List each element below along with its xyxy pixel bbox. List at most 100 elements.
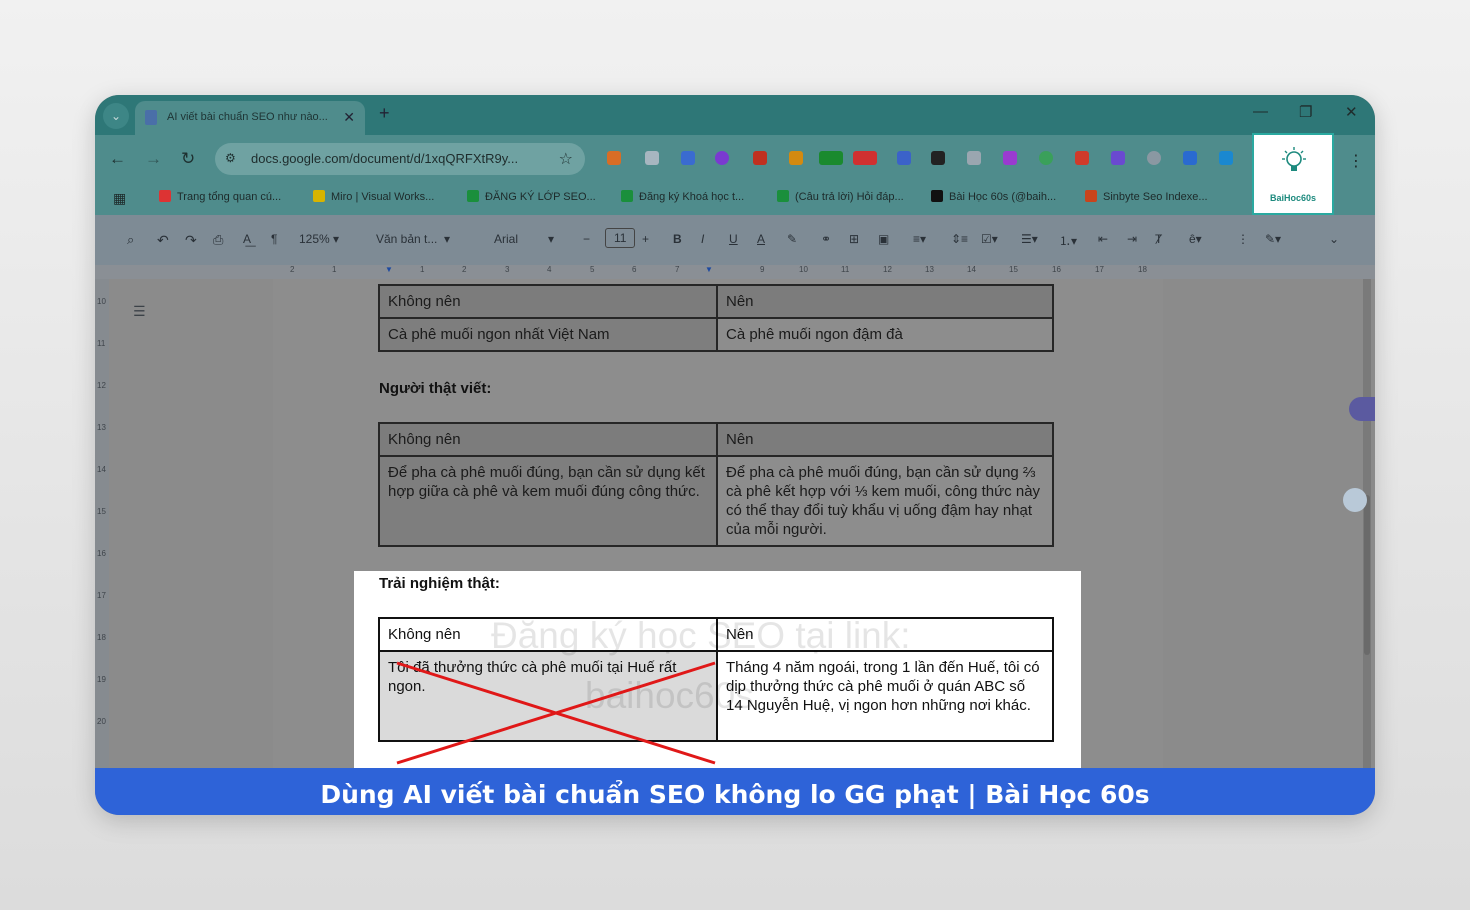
italic-icon[interactable]: I — [701, 232, 704, 246]
table-1[interactable]: Không nên Nên Cà phê muối ngon nhất Việt… — [378, 284, 1054, 352]
forward-icon[interactable]: → — [145, 149, 162, 169]
bold-icon[interactable]: B — [673, 232, 682, 246]
extension-icon[interactable] — [715, 151, 729, 165]
zoom-select[interactable]: 125% ▾ — [299, 232, 339, 246]
table-cell[interactable]: Cà phê muối ngon đậm đà — [716, 317, 1054, 352]
input-tools-icon[interactable]: ê▾ — [1189, 232, 1202, 246]
table-header-cell[interactable]: Không nên — [378, 422, 718, 457]
close-tab-icon[interactable]: ✕ — [343, 109, 355, 126]
collapse-toolbar-icon[interactable]: ⌄ — [1329, 232, 1339, 246]
document-outline-icon[interactable]: ☰ — [133, 303, 146, 320]
table-cell[interactable]: Để pha cà phê muối đúng, bạn cần sử dụng… — [378, 455, 718, 547]
section-heading[interactable]: Người thật viết: — [379, 380, 491, 397]
assistant-icon[interactable] — [1343, 488, 1367, 512]
spellcheck-icon[interactable]: A͟ — [243, 232, 251, 246]
browser-tab[interactable]: AI viết bài chuẩn SEO như nào... ✕ — [135, 101, 365, 135]
extension-icon[interactable] — [681, 151, 695, 165]
baihoc60s-logo: BaiHoc60s — [1252, 133, 1334, 215]
chat-bubble-icon[interactable] — [1349, 397, 1375, 421]
line-spacing-icon[interactable]: ⇕≡ — [951, 232, 968, 246]
clear-formatting-icon[interactable]: Ⱦ — [1155, 232, 1162, 246]
extension-icon[interactable] — [1039, 151, 1053, 165]
sheets-icon — [467, 190, 479, 202]
extension-icon[interactable] — [853, 151, 877, 165]
url-text: docs.google.com/document/d/1xqQRFXtR9y..… — [251, 151, 519, 166]
bookmark-star-icon[interactable]: ☆ — [559, 149, 573, 169]
extension-icon[interactable] — [1075, 151, 1089, 165]
site-info-icon[interactable]: ⚙ — [225, 151, 236, 165]
link-icon[interactable]: ⚭ — [821, 232, 831, 246]
extension-icon[interactable] — [1111, 151, 1125, 165]
numbered-list-icon[interactable]: ⒈▾ — [1059, 232, 1077, 249]
apps-grid-icon[interactable]: ▦ — [113, 190, 126, 207]
undo-icon[interactable]: ↶ — [157, 232, 169, 249]
new-tab-button[interactable]: + — [379, 103, 390, 124]
extension-icon[interactable] — [645, 151, 659, 165]
section-heading[interactable]: Trải nghiệm thật: — [379, 575, 500, 592]
table-header-cell[interactable]: Nên — [716, 422, 1054, 457]
table-header-cell[interactable]: Nên — [716, 284, 1054, 319]
browser-menu-icon[interactable]: ⋮ — [1348, 151, 1364, 171]
omnibox[interactable]: ⚙ docs.google.com/document/d/1xqQRFXtR9y… — [215, 143, 585, 175]
text-color-icon[interactable]: A — [757, 232, 765, 246]
watermark-text: Đăng ký học SEO tại link: — [491, 615, 911, 656]
redo-icon[interactable]: ↷ — [185, 232, 197, 249]
table-cell[interactable]: Để pha cà phê muối đúng, bạn cần sử dụng… — [716, 455, 1054, 547]
bookmark-item[interactable]: ĐĂNG KÝ LỚP SEO... — [467, 190, 596, 203]
table-cell[interactable]: Tháng 4 năm ngoái, trong 1 lần đến Huế, … — [716, 650, 1054, 742]
extension-icon[interactable] — [1147, 151, 1161, 165]
extension-icon[interactable] — [607, 151, 621, 165]
extension-icon[interactable] — [931, 151, 945, 165]
miro-icon — [313, 190, 325, 202]
docs-icon — [145, 110, 157, 125]
tiktok-icon — [931, 190, 943, 202]
horizontal-ruler[interactable]: 21 ▼ 12 34 56 7 ▼ 9 10 11 12 13 14 15 16 17 18 — [95, 265, 1375, 279]
table-cell[interactable]: Cà phê muối ngon nhất Việt Nam — [378, 317, 718, 352]
font-size-input[interactable]: 11 — [605, 228, 636, 248]
vertical-ruler[interactable]: 10 11 12 13 14 15 16 17 18 19 20 — [95, 279, 109, 769]
window-close-icon[interactable]: ✕ — [1345, 103, 1358, 121]
bookmark-item[interactable]: Bài Học 60s (@baih... — [931, 190, 1056, 203]
decrease-indent-icon[interactable]: ⇤ — [1098, 232, 1108, 246]
extension-icon[interactable] — [1183, 151, 1197, 165]
extension-icon[interactable] — [1219, 151, 1233, 165]
paint-format-icon[interactable]: ¶ — [271, 232, 277, 246]
decrease-font-icon[interactable]: − — [583, 232, 590, 246]
minimize-icon[interactable]: — — [1253, 103, 1268, 120]
extension-icon[interactable] — [789, 151, 803, 165]
bookmark-item[interactable]: Sinbyte Seo Indexe... — [1085, 190, 1208, 203]
underline-icon[interactable]: U — [729, 232, 738, 246]
back-icon[interactable]: ← — [109, 149, 126, 169]
bulleted-list-icon[interactable]: ☰▾ — [1021, 232, 1038, 246]
reload-icon[interactable]: ↻ — [181, 149, 195, 169]
restore-icon[interactable]: ❐ — [1299, 103, 1312, 121]
align-icon[interactable]: ≡▾ — [913, 232, 926, 246]
extension-icon[interactable] — [753, 151, 767, 165]
extension-icon[interactable] — [967, 151, 981, 165]
scroll-thumb[interactable] — [1364, 495, 1370, 655]
table-2[interactable]: Không nên Nên Để pha cà phê muối đúng, b… — [378, 422, 1054, 547]
tab-search-button[interactable]: ⌄ — [103, 103, 129, 129]
bookmark-item[interactable]: Đăng ký Khoá học t... — [621, 190, 744, 203]
tab-title: AI viết bài chuẩn SEO như nào... — [167, 111, 327, 123]
checklist-icon[interactable]: ☑▾ — [981, 232, 998, 246]
style-select[interactable]: Văn bản t... ▾ — [376, 232, 450, 246]
increase-font-icon[interactable]: + — [642, 232, 649, 246]
image-icon[interactable]: ▣ — [878, 232, 889, 246]
extension-icon[interactable] — [1003, 151, 1017, 165]
search-menus-icon[interactable]: ⌕ — [127, 232, 134, 248]
bookmark-item[interactable]: (Câu trả lời) Hỏi đáp... — [777, 190, 904, 203]
print-icon[interactable]: ⎙ — [213, 232, 223, 248]
increase-indent-icon[interactable]: ⇥ — [1127, 232, 1137, 246]
bookmark-item[interactable]: Trang tổng quan cú... — [159, 190, 281, 203]
table-header-cell[interactable]: Không nên — [378, 284, 718, 319]
extension-icon[interactable] — [897, 151, 911, 165]
extension-icon[interactable] — [819, 151, 843, 165]
comment-icon[interactable]: ⊞ — [849, 232, 859, 246]
editing-mode-icon[interactable]: ✎▾ — [1265, 232, 1281, 246]
bookmark-item[interactable]: Miro | Visual Works... — [313, 190, 434, 203]
more-options-icon[interactable]: ⋮ — [1237, 232, 1249, 246]
highlight-icon[interactable]: ✎ — [787, 232, 797, 246]
indent-marker-icon: ▼ — [385, 265, 393, 274]
font-select[interactable]: Arial ▾ — [494, 232, 554, 246]
